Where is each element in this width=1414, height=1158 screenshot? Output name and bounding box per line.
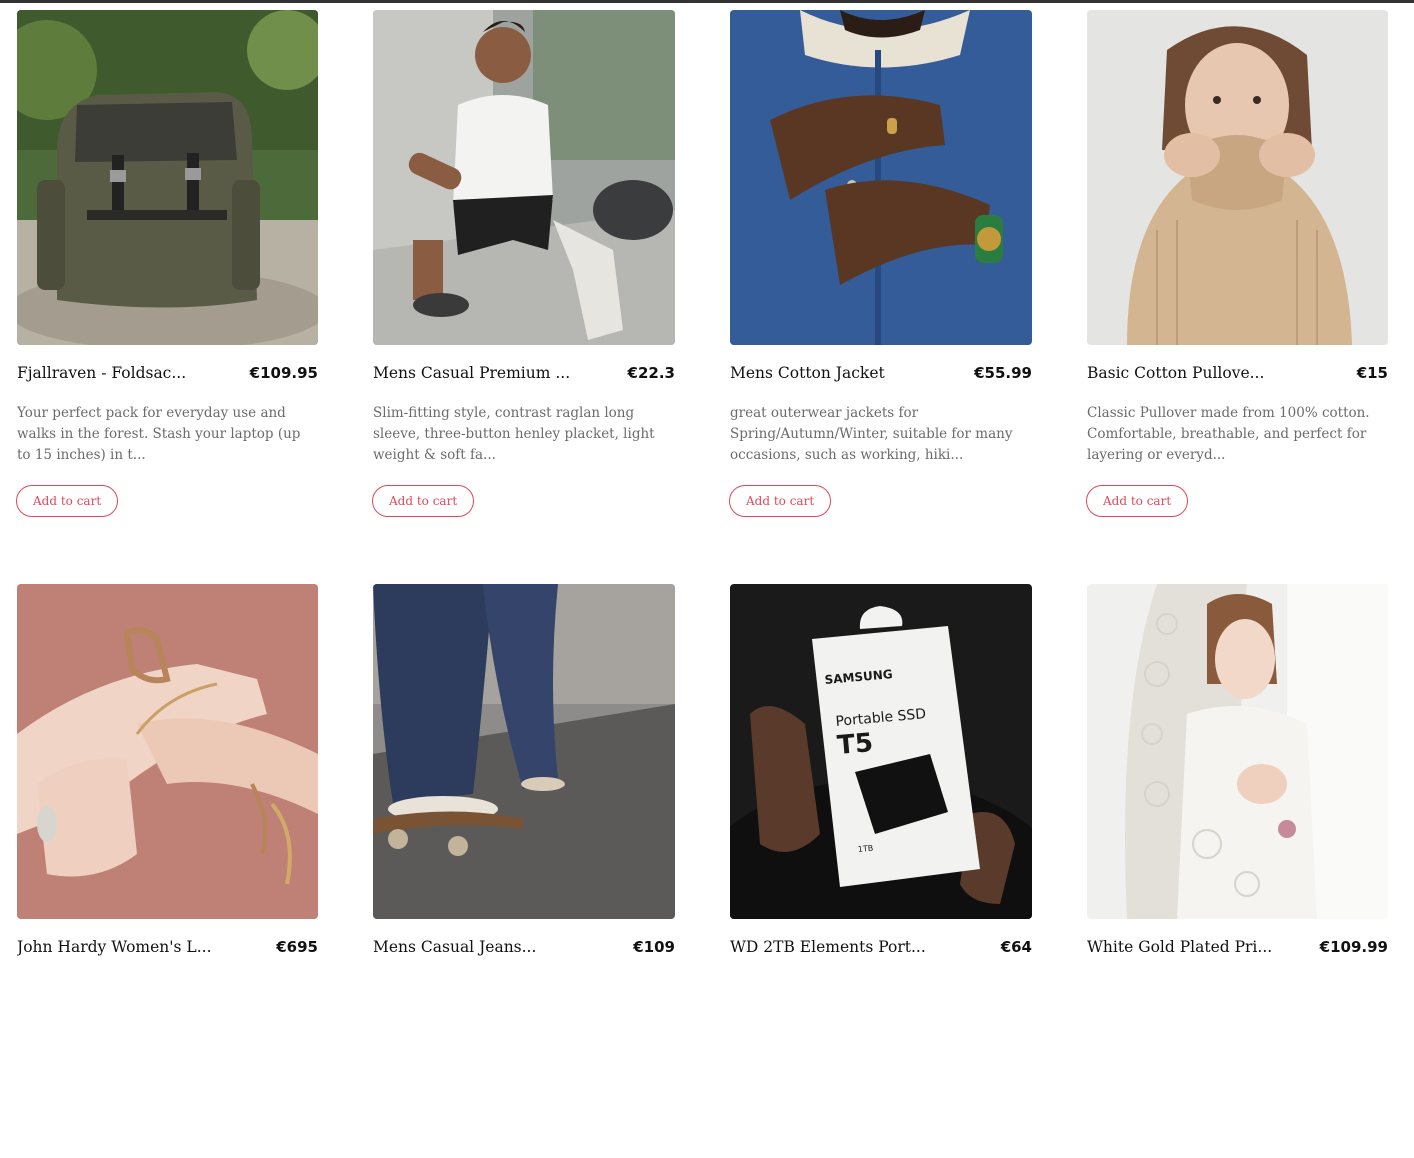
portable-ssd-photo[interactable]: SAMSUNG Portable SSD T5 1TB bbox=[730, 584, 1032, 919]
man-tshirt-photo[interactable] bbox=[373, 10, 675, 345]
product-title[interactable]: WD 2TB Elements Port... bbox=[730, 938, 926, 956]
add-to-cart-button[interactable]: Add to cart bbox=[729, 485, 832, 517]
product-title[interactable]: Fjallraven - Foldsac... bbox=[17, 364, 186, 382]
product-card[interactable]: Fjallraven - Foldsac... €109.95 Your per… bbox=[16, 10, 318, 584]
product-description: great outerwear jackets for Spring/Autum… bbox=[730, 405, 1013, 463]
product-price: €109.99 bbox=[1319, 938, 1388, 956]
product-grid: Fjallraven - Foldsac... €109.95 Your per… bbox=[16, 10, 1388, 1158]
product-price: €55.99 bbox=[974, 364, 1032, 382]
bracelet-hands-photo[interactable] bbox=[17, 584, 318, 919]
product-price: €109.95 bbox=[249, 364, 318, 382]
product-card[interactable]: White Gold Plated Pri... €109.99 bbox=[1087, 584, 1388, 1158]
product-card[interactable]: Mens Casual Jeans... €109 bbox=[373, 584, 675, 1158]
product-price: €109 bbox=[633, 938, 675, 956]
product-card[interactable]: Mens Casual Premium ... €22.3 Slim-fitti… bbox=[372, 10, 675, 584]
product-title[interactable]: Mens Cotton Jacket bbox=[730, 364, 885, 382]
ssd-model-label: T5 bbox=[836, 728, 874, 761]
product-title[interactable]: White Gold Plated Pri... bbox=[1087, 938, 1272, 956]
ssd-capacity-label: 1TB bbox=[857, 844, 873, 854]
add-to-cart-button[interactable]: Add to cart bbox=[16, 485, 119, 517]
product-card[interactable]: Mens Cotton Jacket €55.99 great outerwea… bbox=[729, 10, 1032, 584]
product-card[interactable]: SAMSUNG Portable SSD T5 1TB WD 2TB Eleme… bbox=[730, 584, 1032, 1158]
denim-jacket-photo[interactable] bbox=[730, 10, 1032, 345]
product-title[interactable]: Mens Casual Premium ... bbox=[373, 364, 570, 382]
product-title[interactable]: Basic Cotton Pullove... bbox=[1087, 364, 1264, 382]
product-description: Classic Pullover made from 100% cotton. … bbox=[1087, 405, 1370, 463]
bride-veil-photo[interactable] bbox=[1087, 584, 1388, 919]
product-card[interactable]: John Hardy Women's L... €695 bbox=[17, 584, 318, 1158]
product-price: €695 bbox=[276, 938, 318, 956]
product-description: Slim-fitting style, contrast raglan long… bbox=[373, 405, 655, 463]
product-title[interactable]: John Hardy Women's L... bbox=[17, 938, 212, 956]
jeans-skateboard-photo[interactable] bbox=[373, 584, 675, 919]
product-price: €15 bbox=[1356, 364, 1388, 382]
add-to-cart-button[interactable]: Add to cart bbox=[372, 485, 475, 517]
backpack-photo[interactable] bbox=[17, 10, 318, 345]
product-price: €64 bbox=[1000, 938, 1032, 956]
product-card[interactable]: Basic Cotton Pullove... €15 Classic Pull… bbox=[1086, 10, 1388, 584]
add-to-cart-button[interactable]: Add to cart bbox=[1086, 485, 1189, 517]
product-price: €22.3 bbox=[627, 364, 675, 382]
product-title[interactable]: Mens Casual Jeans... bbox=[373, 938, 536, 956]
product-description: Your perfect pack for everyday use and w… bbox=[17, 405, 301, 463]
woman-pullover-photo[interactable] bbox=[1087, 10, 1388, 345]
top-border bbox=[0, 0, 1414, 3]
